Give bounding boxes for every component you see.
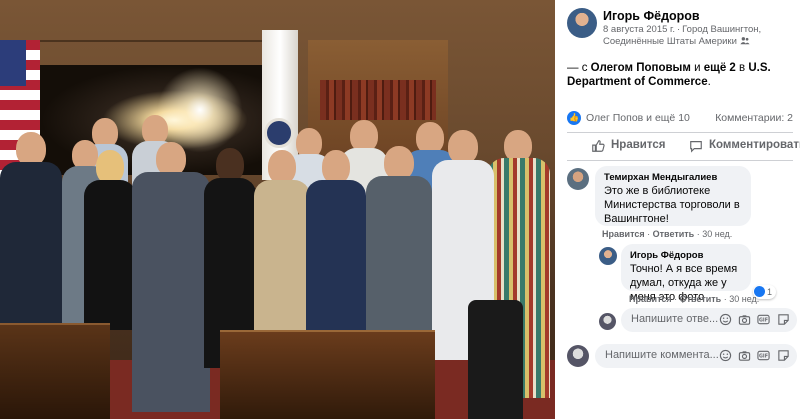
gif-icon[interactable]: GIF <box>757 349 770 362</box>
comment-bubble: Темирхан Мендыгалиев Это же в библиотеке… <box>595 166 751 226</box>
comment-button-label: Комментировать <box>709 139 800 151</box>
gif-icon[interactable]: GIF <box>757 313 770 326</box>
reply-reply-link[interactable]: Ответить <box>680 294 722 304</box>
comment-like-link[interactable]: Нравится <box>602 229 645 239</box>
photo-chair <box>468 300 523 419</box>
photo-books <box>320 80 436 120</box>
photo-table-center <box>220 330 435 419</box>
post-meta: 8 августа 2015 г. · Город Вашингтон, Соеди… <box>603 24 762 47</box>
author-avatar[interactable] <box>567 8 597 38</box>
like-button[interactable]: Нравится <box>591 138 671 156</box>
emoji-icon[interactable] <box>719 313 732 326</box>
post-photo[interactable] <box>0 0 555 419</box>
comment-placeholder: Напишите коммента... <box>605 349 719 361</box>
photo-table-left <box>0 323 110 419</box>
reactions-bar: 👍 Олег Попов и ещё 10 Комментарии: 2 <box>567 110 793 126</box>
current-user-avatar[interactable] <box>567 345 589 367</box>
caption-and: и <box>694 62 701 74</box>
commenter-avatar[interactable] <box>567 168 589 190</box>
friends-icon <box>739 37 750 45</box>
reply-likes: 1 <box>767 287 773 297</box>
comment-input[interactable]: Напишите коммента... GIF <box>595 344 797 368</box>
like-icon <box>592 140 605 152</box>
tagged-others-link[interactable]: ещё 2 <box>704 62 736 74</box>
reply-time[interactable]: 30 нед. <box>729 294 759 304</box>
photo-seal <box>264 118 294 148</box>
comment-reply-link[interactable]: Ответить <box>653 229 695 239</box>
reply-placeholder: Напишите отве... <box>631 313 719 325</box>
svg-text:GIF: GIF <box>759 318 768 324</box>
like-button-label: Нравится <box>611 139 666 151</box>
comments-count[interactable]: Комментарии: 2 <box>715 112 793 124</box>
comment-time[interactable]: 30 нед. <box>702 229 732 239</box>
like-icon: 👍 <box>567 111 581 125</box>
sticker-icon[interactable] <box>777 349 790 362</box>
svg-text:GIF: GIF <box>759 354 768 360</box>
comment-text: Это же в библиотеке Министерства торгово… <box>604 185 740 225</box>
caption-in: в <box>739 62 746 74</box>
author-name[interactable]: Игорь Фёдоров <box>603 9 700 23</box>
reply-actions: Нравится · Ответить · 30 нед. <box>629 294 760 304</box>
comment-button[interactable]: Комментировать <box>689 138 800 156</box>
camera-icon[interactable] <box>738 313 751 326</box>
reply-input[interactable]: Напишите отве... GIF <box>621 308 797 332</box>
post-caption: — с Олегом Поповым и ещё 2 в U.S. Depart… <box>567 61 793 89</box>
divider <box>567 132 793 133</box>
sticker-icon[interactable] <box>777 313 790 326</box>
post-date[interactable]: 8 августа 2015 г. <box>603 24 675 35</box>
tagged-user-link[interactable]: Олегом Поповым <box>591 62 691 74</box>
caption-prefix: — с <box>567 62 588 74</box>
current-user-avatar[interactable] <box>599 313 616 330</box>
reply-author-avatar[interactable] <box>599 247 617 265</box>
camera-icon[interactable] <box>738 349 751 362</box>
reactions-summary[interactable]: Олег Попов и ещё 10 <box>586 112 690 124</box>
reply-bubble: Игорь Фёдоров Точно! А я все время думал… <box>621 244 751 303</box>
reply-author[interactable]: Игорь Фёдоров <box>630 250 742 262</box>
emoji-icon[interactable] <box>719 349 732 362</box>
comment-author[interactable]: Темирхан Мендыгалиев <box>604 172 742 184</box>
comment-actions: Нравится · Ответить · 30 нед. <box>602 229 733 239</box>
divider <box>567 160 793 161</box>
post-side-panel: Игорь Фёдоров 8 августа 2015 г. · Город Ва… <box>555 0 800 419</box>
reply-like-link[interactable]: Нравится <box>629 294 672 304</box>
comment-icon <box>690 141 702 153</box>
caption-suffix: . <box>707 76 711 88</box>
